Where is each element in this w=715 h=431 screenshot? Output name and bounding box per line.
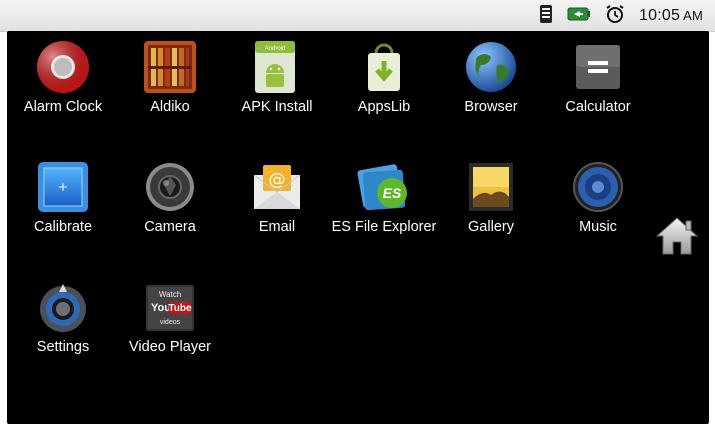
email-envelope-icon: @ bbox=[249, 159, 305, 215]
app-es-file-explorer[interactable]: ES ES File Explorer bbox=[330, 151, 438, 261]
app-label: Calibrate bbox=[33, 219, 93, 235]
yt-tube-text: Tube bbox=[168, 303, 192, 314]
app-label: Camera bbox=[144, 219, 196, 235]
app-aldiko[interactable]: Aldiko bbox=[116, 31, 224, 141]
app-label: Gallery bbox=[468, 219, 514, 235]
music-speaker-icon bbox=[570, 159, 626, 215]
signal-icon bbox=[539, 4, 553, 29]
app-gallery[interactable]: Gallery bbox=[437, 151, 545, 261]
yt-videos-text: videos bbox=[160, 319, 181, 326]
yt-watch-text: Watch bbox=[159, 290, 181, 299]
alarm-clock-icon bbox=[35, 39, 91, 95]
app-drawer: Alarm Clock Aldiko Android APK Install A… bbox=[7, 31, 709, 424]
app-label: Settings bbox=[36, 339, 90, 355]
calibrate-icon bbox=[35, 159, 91, 215]
bottom-bezel bbox=[0, 424, 715, 431]
app-label: Browser bbox=[464, 99, 518, 115]
es-letters: ES bbox=[383, 185, 402, 201]
app-label: APK Install bbox=[241, 99, 313, 115]
camera-icon bbox=[142, 159, 198, 215]
apk-install-android-icon: Android bbox=[249, 39, 305, 95]
app-appslib[interactable]: AppsLib bbox=[330, 31, 438, 141]
app-browser[interactable]: Browser bbox=[437, 31, 545, 141]
app-label: Alarm Clock bbox=[23, 99, 103, 115]
settings-dial-icon bbox=[35, 279, 91, 335]
clock-ampm: AM bbox=[683, 8, 703, 23]
app-label: Video Player bbox=[129, 339, 211, 355]
globe-icon bbox=[463, 39, 519, 95]
status-icons: 10:05 AM bbox=[539, 4, 703, 28]
app-calibrate[interactable]: Calibrate bbox=[9, 151, 117, 261]
app-label: Calculator bbox=[565, 99, 631, 115]
youtube-icon: Watch You Tube videos bbox=[142, 279, 198, 335]
app-email[interactable]: @ Email bbox=[223, 151, 331, 261]
app-alarm-clock[interactable]: Alarm Clock bbox=[9, 31, 117, 141]
appslib-bag-icon bbox=[356, 39, 412, 95]
clock-time: 10:05 bbox=[639, 7, 681, 24]
app-calculator[interactable]: Calculator bbox=[544, 31, 652, 141]
es-file-explorer-icon: ES bbox=[356, 159, 412, 215]
home-icon bbox=[655, 217, 699, 255]
app-camera[interactable]: Camera bbox=[116, 151, 224, 261]
battery-icon bbox=[567, 6, 591, 27]
calculator-icon bbox=[570, 39, 626, 95]
app-settings[interactable]: Settings bbox=[9, 271, 117, 381]
gallery-icon bbox=[463, 159, 519, 215]
home-button[interactable] bbox=[655, 214, 699, 258]
aldiko-bookshelf-icon bbox=[142, 39, 198, 95]
app-music[interactable]: Music bbox=[544, 151, 652, 261]
device-frame: 10:05 AM Alarm Clock Aldiko Android APK … bbox=[0, 0, 715, 431]
status-clock: 10:05 AM bbox=[639, 7, 703, 25]
app-label: AppsLib bbox=[357, 99, 411, 115]
apk-android-text: Android bbox=[265, 46, 286, 52]
app-label: Email bbox=[258, 219, 296, 235]
app-apk-install[interactable]: Android APK Install bbox=[223, 31, 331, 141]
app-label: Aldiko bbox=[150, 99, 190, 115]
status-bar: 10:05 AM bbox=[0, 0, 715, 32]
app-label: Music bbox=[579, 219, 617, 235]
app-label: ES File Explorer bbox=[331, 219, 437, 235]
alarm-icon bbox=[605, 4, 625, 29]
app-video-player[interactable]: Watch You Tube videos Video Player bbox=[116, 271, 224, 381]
